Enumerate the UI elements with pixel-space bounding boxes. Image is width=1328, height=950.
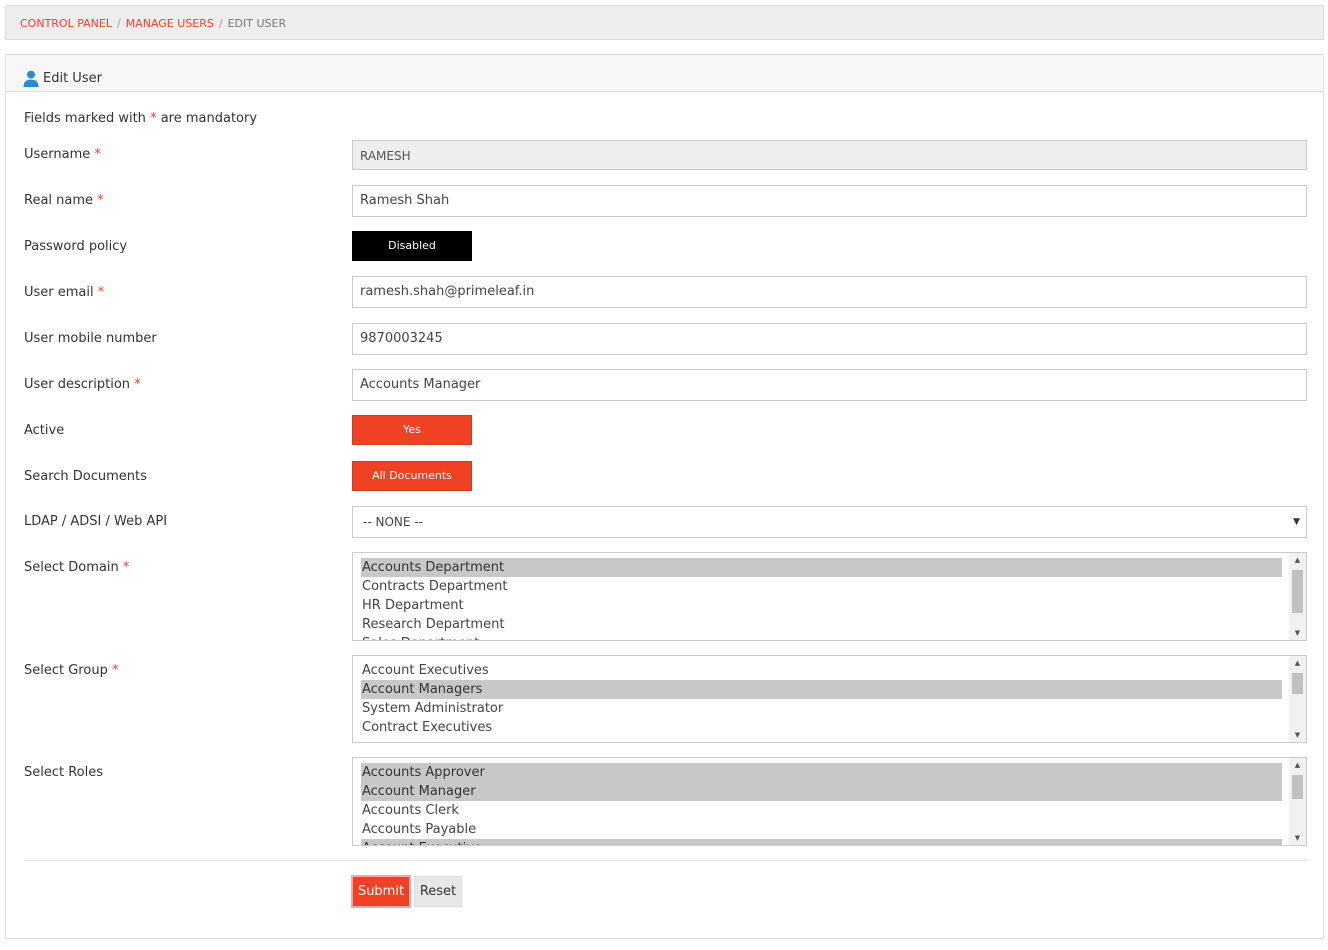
select-domain-label: Select Domain * [24,560,129,575]
listbox-option[interactable]: Accounts Payable [361,820,1282,839]
listbox-option[interactable]: Account Executive [361,839,1282,845]
listbox-option[interactable]: Sales Department [361,634,1282,640]
listbox-option[interactable]: Contracts Department [361,577,1282,596]
chevron-down-icon: ▼ [1293,517,1300,527]
required-marker: * [94,147,101,162]
listbox-option[interactable]: Accounts Clerk [361,801,1282,820]
panel-heading: Edit User [6,55,1323,92]
submit-button[interactable]: Submit [351,875,411,908]
listbox-option[interactable]: Account Managers [361,680,1282,699]
listbox-option[interactable]: Accounts Approver [361,763,1282,782]
scroll-down-icon[interactable]: ▼ [1289,831,1306,845]
breadcrumb: CONTROL PANEL / MANAGE USERS / EDIT USER [5,5,1324,40]
ldap-selected-value: -- NONE -- [363,515,423,529]
select-domain-label-text: Select Domain [24,560,119,575]
domain-scrollbar[interactable]: ▲ ▼ [1289,553,1306,640]
required-marker: * [122,560,130,575]
username-label-text: Username [24,147,91,162]
edit-user-panel: Edit User Fields marked with * are manda… [5,54,1324,939]
listbox-option[interactable]: System Administrator [361,699,1282,718]
user-email-label: User email * [24,285,104,300]
mandatory-note-prefix: Fields marked with [24,111,146,126]
user-description-label: User description * [24,377,141,392]
breadcrumb-separator: / [116,17,121,30]
domain-listbox[interactable]: Accounts Department Contracts Department H… [352,552,1307,641]
listbox-option[interactable]: Account Manager [361,782,1282,801]
user-email-label-text: User email [24,285,94,300]
required-marker: * [97,285,105,300]
roles-options: Accounts Approver Account Manager Accounts… [361,763,1282,845]
breadcrumb-separator: / [218,17,223,30]
scroll-up-icon[interactable]: ▲ [1289,758,1306,772]
scroll-up-icon[interactable]: ▲ [1289,656,1306,670]
user-description-input[interactable]: Accounts Manager [352,369,1307,401]
select-group-label: Select Group * [24,663,118,678]
scroll-thumb[interactable] [1292,673,1303,694]
search-documents-label: Search Documents [24,469,147,484]
user-mobile-label: User mobile number [24,331,157,346]
domain-options: Accounts Department Contracts Department H… [361,558,1282,640]
username-field: RAMESH [352,140,1307,170]
listbox-option[interactable]: Accounts Department [361,558,1282,577]
real-name-label: Real name * [24,193,104,208]
listbox-option[interactable]: Account Executives [361,661,1282,680]
group-listbox[interactable]: Account Executives Account Managers System… [352,655,1307,743]
user-email-input[interactable]: ramesh.shah@primeleaf.in [352,276,1307,308]
username-label: Username * [24,147,101,162]
reset-button[interactable]: Reset [414,876,462,907]
listbox-option[interactable]: HR Department [361,596,1282,615]
scroll-thumb[interactable] [1292,775,1303,799]
ldap-label: LDAP / ADSI / Web API [24,514,168,529]
listbox-option[interactable]: Contract Executives [361,718,1282,737]
ldap-select[interactable]: -- NONE -- ▼ [352,506,1307,538]
user-description-label-text: User description [24,377,131,392]
real-name-label-text: Real name [24,193,94,208]
required-marker: * [150,111,157,126]
select-roles-label: Select Roles [24,765,104,780]
user-icon [23,70,39,87]
active-toggle[interactable]: Yes [352,415,472,445]
password-policy-label: Password policy [24,239,128,254]
real-name-input[interactable]: Ramesh Shah [352,185,1307,217]
group-scrollbar[interactable]: ▲ ▼ [1289,656,1306,742]
roles-listbox[interactable]: Accounts Approver Account Manager Accounts… [352,757,1307,846]
scroll-down-icon[interactable]: ▼ [1289,728,1306,742]
select-group-label-text: Select Group [24,663,108,678]
password-policy-toggle[interactable]: Disabled [352,231,472,261]
scroll-down-icon[interactable]: ▼ [1289,626,1306,640]
panel-title: Edit User [43,70,102,86]
search-documents-toggle[interactable]: All Documents [352,461,472,491]
required-marker: * [134,377,141,392]
required-marker: * [111,663,119,678]
listbox-option[interactable]: Research Department [361,615,1282,634]
roles-scrollbar[interactable]: ▲ ▼ [1289,758,1306,845]
mandatory-note: Fields marked with * are mandatory [24,111,257,126]
group-options: Account Executives Account Managers System… [361,661,1282,737]
breadcrumb-manage-users[interactable]: MANAGE USERS [126,17,214,30]
breadcrumb-edit-user: EDIT USER [227,17,287,30]
user-mobile-input[interactable]: 9870003245 [352,323,1307,355]
form-divider [24,860,1307,861]
required-marker: * [97,193,104,208]
scroll-up-icon[interactable]: ▲ [1289,553,1306,567]
scroll-thumb[interactable] [1292,570,1303,613]
breadcrumb-control-panel[interactable]: CONTROL PANEL [20,17,112,30]
active-label: Active [24,423,65,438]
mandatory-note-suffix: are mandatory [160,111,258,126]
